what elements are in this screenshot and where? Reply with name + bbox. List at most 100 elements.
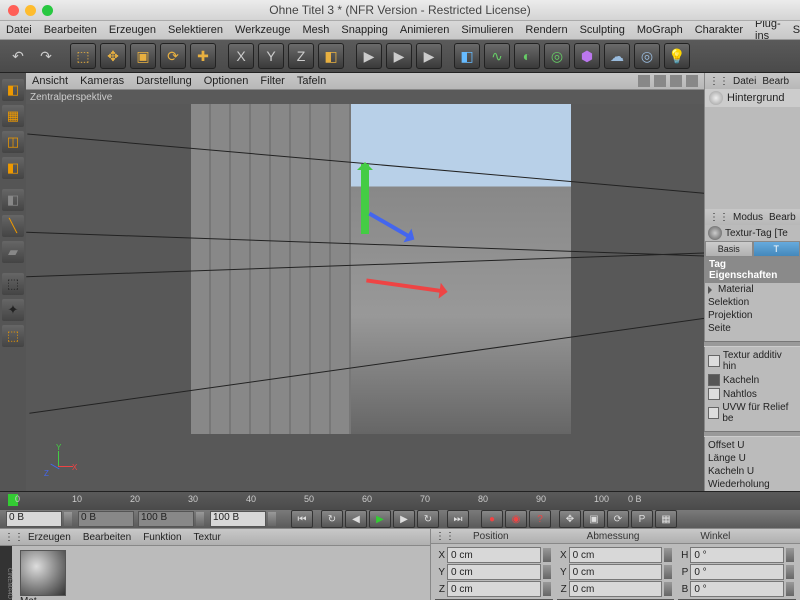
rotate-tool[interactable]: ⟳ [160, 43, 186, 69]
spinner[interactable] [64, 512, 72, 526]
vp-optionen[interactable]: Optionen [204, 75, 249, 87]
pos-z-input[interactable]: 0 cm [447, 581, 541, 597]
vp-tafeln[interactable]: Tafeln [297, 75, 326, 87]
menu-skript[interactable]: Skript [793, 24, 800, 36]
key-scale-button[interactable]: ▣ [583, 510, 605, 528]
attr-bearb[interactable]: Bearb [769, 212, 796, 223]
prop-projektion[interactable]: Projektion [705, 309, 800, 322]
tweak-mode[interactable]: ⬚ [2, 273, 24, 295]
rot-h-input[interactable]: 0 ° [690, 547, 784, 563]
texture-mode[interactable]: ◫ [2, 131, 24, 153]
polygon-mode[interactable]: ▰ [2, 241, 24, 263]
mat-erzeugen[interactable]: Erzeugen [28, 532, 71, 543]
nurbs-tool[interactable]: ◐ [514, 43, 540, 69]
camera-tool[interactable]: ◎ [634, 43, 660, 69]
size-x-input[interactable]: 0 cm [569, 547, 663, 563]
spinner[interactable] [786, 548, 794, 562]
objmgr-datei[interactable]: Datei [733, 76, 756, 87]
spinner[interactable] [664, 565, 672, 579]
edge-mode[interactable]: ╲ [2, 215, 24, 237]
spinner[interactable] [664, 548, 672, 562]
loop-end-input[interactable]: 100 B [138, 511, 194, 527]
axis-mode[interactable]: ✦ [2, 299, 24, 321]
rot-b-input[interactable]: 0 ° [690, 581, 784, 597]
menu-werkzeuge[interactable]: Werkzeuge [235, 24, 290, 36]
range-end-input[interactable]: 100 B [210, 511, 266, 527]
loop-start-input[interactable]: 0 B [78, 511, 134, 527]
prop-uvw-relief[interactable]: UVW für Relief be [705, 401, 800, 425]
tab-tag[interactable]: T [753, 241, 800, 257]
generator-tool[interactable]: ◎ [544, 43, 570, 69]
prop-wiederholung[interactable]: Wiederholung [705, 478, 800, 491]
autokey-button[interactable]: ◉ [505, 510, 527, 528]
range-start-input[interactable]: 0 B [6, 511, 62, 527]
menu-animieren[interactable]: Animieren [400, 24, 450, 36]
y-axis-lock[interactable]: Y [258, 43, 284, 69]
move-tool[interactable]: ✥ [100, 43, 126, 69]
spinner[interactable] [543, 548, 551, 562]
size-y-input[interactable]: 0 cm [569, 564, 663, 580]
menu-plugins[interactable]: Plug-ins [755, 18, 781, 42]
menu-snapping[interactable]: Snapping [341, 24, 388, 36]
render-settings-button[interactable]: ▶ [386, 43, 412, 69]
pos-x-input[interactable]: 0 cm [447, 547, 541, 563]
spinner[interactable] [786, 565, 794, 579]
spinner[interactable] [196, 512, 204, 526]
select-tool[interactable]: ⬚ [70, 43, 96, 69]
key-param-button[interactable]: P [631, 510, 653, 528]
render-queue-button[interactable]: ▶ [416, 43, 442, 69]
coord-system[interactable]: ◧ [318, 43, 344, 69]
goto-end-button[interactable]: ⏭ [447, 510, 469, 528]
light-tool[interactable]: 💡 [664, 43, 690, 69]
spinner[interactable] [786, 582, 794, 596]
record-button[interactable]: ● [481, 510, 503, 528]
goto-start-button[interactable]: ⏮ [291, 510, 313, 528]
material-list[interactable]: CINEMA4D Mat [0, 546, 430, 600]
menu-mograph[interactable]: MoGraph [637, 24, 683, 36]
step-fwd-button[interactable]: ▶ [393, 510, 415, 528]
vp-filter[interactable]: Filter [260, 75, 284, 87]
prop-material[interactable]: Material [705, 283, 800, 296]
vp-darstellung[interactable]: Darstellung [136, 75, 192, 87]
object-item-hintergrund[interactable]: Hintergrund [705, 89, 800, 107]
spline-tool[interactable]: ∿ [484, 43, 510, 69]
menu-erzeugen[interactable]: Erzeugen [109, 24, 156, 36]
loop2-button[interactable]: ↻ [417, 510, 439, 528]
spinner[interactable] [543, 565, 551, 579]
key-grid-button[interactable]: ▦ [655, 510, 677, 528]
vp-nav-layout-icon[interactable] [686, 75, 698, 87]
environment-tool[interactable]: ☁ [604, 43, 630, 69]
menu-datei[interactable]: Datei [6, 24, 32, 36]
z-axis-lock[interactable]: Z [288, 43, 314, 69]
rot-p-input[interactable]: 0 ° [690, 564, 784, 580]
prop-kacheln-u[interactable]: Kacheln U [705, 465, 800, 478]
undo-button[interactable]: ↶ [6, 44, 30, 68]
key-rotate-button[interactable]: ⟳ [607, 510, 629, 528]
prop-nahtlos[interactable]: Nahtlos [705, 387, 800, 401]
prop-textur-additiv[interactable]: Textur additiv hin [705, 349, 800, 373]
vp-nav-zoom-icon[interactable] [654, 75, 666, 87]
scale-tool[interactable]: ▣ [130, 43, 156, 69]
cube-primitive[interactable]: ◧ [454, 43, 480, 69]
keyframe-options-button[interactable]: ? [529, 510, 551, 528]
menu-mesh[interactable]: Mesh [302, 24, 329, 36]
menu-selektieren[interactable]: Selektieren [168, 24, 223, 36]
workplane-mode[interactable]: ◧ [2, 157, 24, 179]
menu-simulieren[interactable]: Simulieren [461, 24, 513, 36]
pos-y-input[interactable]: 0 cm [447, 564, 541, 580]
model-mode[interactable]: ◧ [2, 79, 24, 101]
deformer-tool[interactable]: ⬢ [574, 43, 600, 69]
loop-button[interactable]: ↻ [321, 510, 343, 528]
spinner[interactable] [664, 582, 672, 596]
render-view-button[interactable]: ▶ [356, 43, 382, 69]
size-z-input[interactable]: 0 cm [569, 581, 663, 597]
mat-bearbeiten[interactable]: Bearbeiten [83, 532, 131, 543]
prop-offset-u[interactable]: Offset U [705, 439, 800, 452]
objmgr-bearb[interactable]: Bearb [762, 76, 789, 87]
vp-nav-rotate-icon[interactable] [670, 75, 682, 87]
menu-charakter[interactable]: Charakter [695, 24, 743, 36]
x-axis-lock[interactable]: X [228, 43, 254, 69]
redo-button[interactable]: ↷ [34, 44, 58, 68]
vp-nav-move-icon[interactable] [638, 75, 650, 87]
vp-ansicht[interactable]: Ansicht [32, 75, 68, 87]
